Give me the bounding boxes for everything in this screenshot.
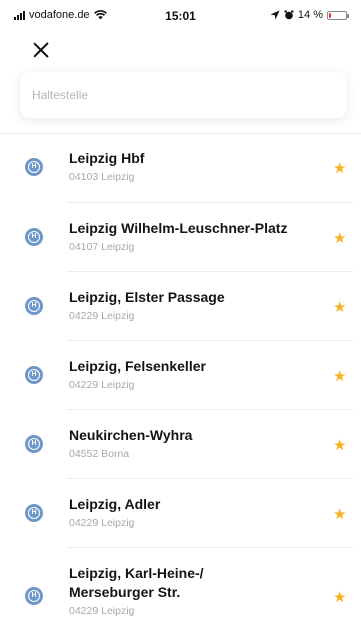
stop-row-leipzig-wilhelm-leuschner-platz[interactable]: H Leipzig Wilhelm-Leuschner-Platz 04107 … xyxy=(0,203,361,272)
stop-icon: H xyxy=(25,297,43,315)
stop-name-line-2: Merseburger Str. xyxy=(69,584,181,600)
favorite-star-icon[interactable]: ★ xyxy=(333,507,346,522)
favorite-star-icon[interactable]: ★ xyxy=(333,590,346,605)
alarm-icon xyxy=(284,10,294,20)
stop-name: Leipzig, Elster Passage xyxy=(69,289,225,305)
stop-address: 04229 Leipzig xyxy=(69,517,135,529)
stop-row-leipzig-hbf[interactable]: H Leipzig Hbf 04103 Leipzig ★ xyxy=(0,134,361,203)
battery-icon xyxy=(327,10,349,20)
search-box[interactable] xyxy=(20,72,347,118)
stop-address: 04103 Leipzig xyxy=(69,171,135,183)
status-bar: vodafone.de 15:01 14 % xyxy=(0,0,361,30)
stop-row-leipzig-karl-heine-merseburger-str[interactable]: H Leipzig, Karl-Heine-/ Merseburger Str.… xyxy=(0,548,361,636)
stop-row-leipzig-elster-passage[interactable]: H Leipzig, Elster Passage 04229 Leipzig … xyxy=(0,272,361,341)
favorite-star-icon[interactable]: ★ xyxy=(333,438,346,453)
stop-row-leipzig-felsenkeller[interactable]: H Leipzig, Felsenkeller 04229 Leipzig ★ xyxy=(0,341,361,410)
favorite-star-icon[interactable]: ★ xyxy=(333,231,346,246)
stop-icon: H xyxy=(25,366,43,384)
stop-address: 04229 Leipzig xyxy=(69,379,135,391)
stop-row-neukirchen-wyhra[interactable]: H Neukirchen-Wyhra 04552 Borna ★ xyxy=(0,410,361,479)
favorite-star-icon[interactable]: ★ xyxy=(333,369,346,384)
stop-row-leipzig-adler[interactable]: H Leipzig, Adler 04229 Leipzig ★ xyxy=(0,479,361,548)
stop-address: 04229 Leipzig xyxy=(69,310,135,322)
stop-address: 04107 Leipzig xyxy=(69,241,135,253)
stop-icon: H xyxy=(25,435,43,453)
stop-address: 04552 Borna xyxy=(69,448,130,460)
favorite-star-icon[interactable]: ★ xyxy=(333,300,346,315)
stop-name: Leipzig Wilhelm-Leuschner-Platz xyxy=(69,220,288,236)
location-icon xyxy=(270,10,280,20)
battery-percent: 14 % xyxy=(297,9,323,21)
stop-icon: H xyxy=(25,587,43,605)
stop-icon: H xyxy=(25,158,43,176)
close-button[interactable] xyxy=(30,40,52,62)
stop-address: 04229 Leipzig xyxy=(69,605,135,617)
stop-name: Leipzig, Felsenkeller xyxy=(69,358,206,374)
stop-name: Neukirchen-Wyhra xyxy=(69,427,193,443)
search-input[interactable] xyxy=(20,72,347,118)
stop-list: H Leipzig Hbf 04103 Leipzig ★ H Leipzig … xyxy=(0,134,361,636)
stop-name: Leipzig Hbf xyxy=(69,150,145,166)
stop-icon: H xyxy=(25,228,43,246)
stop-icon: H xyxy=(25,504,43,522)
stop-name: Leipzig, Adler xyxy=(69,496,161,512)
stop-name-line-1: Leipzig, Karl-Heine-/ xyxy=(69,565,204,581)
status-right: 14 % xyxy=(270,9,349,21)
favorite-star-icon[interactable]: ★ xyxy=(333,161,346,176)
